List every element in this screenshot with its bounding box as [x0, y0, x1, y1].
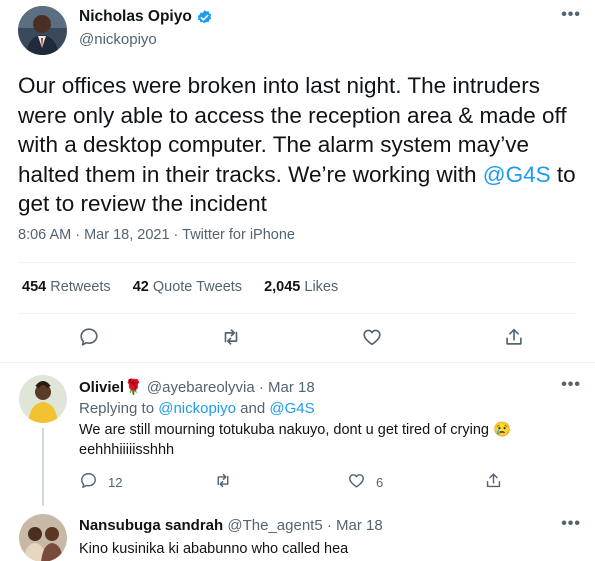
likes-label: Likes	[304, 279, 339, 295]
author-avatar[interactable]	[18, 6, 67, 55]
replying-and: and	[235, 400, 270, 417]
more-icon[interactable]: •••	[561, 376, 581, 394]
like-button[interactable]: 6	[347, 471, 383, 493]
reply-author-name[interactable]: Oliviel	[79, 379, 124, 396]
reply-header: Nansubuga sandrah @The_agent5 · Mar 18	[79, 517, 383, 534]
reply-avatar[interactable]	[19, 514, 67, 561]
likes-stat[interactable]: 2,045 Likes	[264, 279, 338, 295]
retweets-count: 454	[22, 279, 47, 295]
likes-count: 2,045	[264, 279, 301, 295]
mention-link[interactable]: @nickopiyo	[158, 400, 236, 417]
like-icon[interactable]	[359, 324, 385, 350]
replying-to: Replying to @nickopiyo and @G4S	[79, 400, 315, 417]
divider	[18, 262, 577, 263]
retweets-label: Retweets	[50, 279, 111, 295]
share-icon[interactable]	[501, 324, 527, 350]
reply-text: We are still mourning totukuba nakuyo, d…	[79, 422, 512, 458]
retweet-icon	[213, 471, 233, 493]
thread-line	[42, 428, 44, 506]
like-count: 6	[376, 474, 384, 490]
share-button[interactable]	[484, 471, 503, 493]
verified-badge-icon	[196, 9, 213, 26]
replying-prefix: Replying to	[79, 400, 159, 417]
reply-count: 12	[108, 474, 123, 490]
divider	[18, 313, 577, 314]
reply-actions: 12 6	[79, 471, 579, 493]
reply-header: Oliviel🌹 @ayebareolyvia · Mar 18	[79, 378, 315, 396]
like-icon	[347, 471, 366, 493]
author-name-text: Nicholas Opiyo	[79, 8, 192, 25]
reply-author-name[interactable]: Nansubuga sandrah	[79, 517, 223, 534]
divider	[0, 362, 595, 363]
mention-link[interactable]: @G4S	[269, 400, 314, 417]
reply-icon	[79, 471, 98, 493]
reply-button[interactable]: 12	[79, 471, 122, 493]
reply-text: Kino kusinika ki ababunno who called hea	[79, 541, 349, 557]
reply-icon[interactable]	[76, 324, 102, 350]
quotes-stat[interactable]: 42 Quote Tweets	[133, 279, 242, 295]
reply-author-emoji: 🌹	[124, 379, 143, 396]
tweet-actions	[0, 324, 595, 352]
reply-avatar[interactable]	[19, 375, 67, 423]
share-icon	[484, 471, 503, 493]
retweet-button[interactable]	[213, 471, 233, 493]
more-icon[interactable]: •••	[561, 515, 581, 533]
more-icon[interactable]: •••	[561, 6, 581, 24]
quotes-count: 42	[132, 279, 149, 295]
quotes-label: Quote Tweets	[152, 279, 243, 295]
reply-handle-time[interactable]: @The_agent5 · Mar 18	[227, 517, 382, 534]
reply-handle-time[interactable]: @ayebareolyvia · Mar 18	[147, 379, 315, 396]
retweets-stat[interactable]: 454 Retweets	[22, 279, 111, 295]
tweet-meta[interactable]: 8:06 AM · Mar 18, 2021 · Twitter for iPh…	[18, 227, 295, 243]
tweet-text: Our offices were broken into last night.…	[18, 71, 578, 219]
tweet-stats: 454 Retweets 42 Quote Tweets 2,045 Likes	[22, 279, 338, 295]
mention-link[interactable]: @G4S	[483, 162, 551, 187]
author-handle[interactable]: @nickopiyo	[79, 31, 157, 48]
author-name[interactable]: Nicholas Opiyo	[79, 8, 213, 26]
retweet-icon[interactable]	[218, 324, 244, 350]
